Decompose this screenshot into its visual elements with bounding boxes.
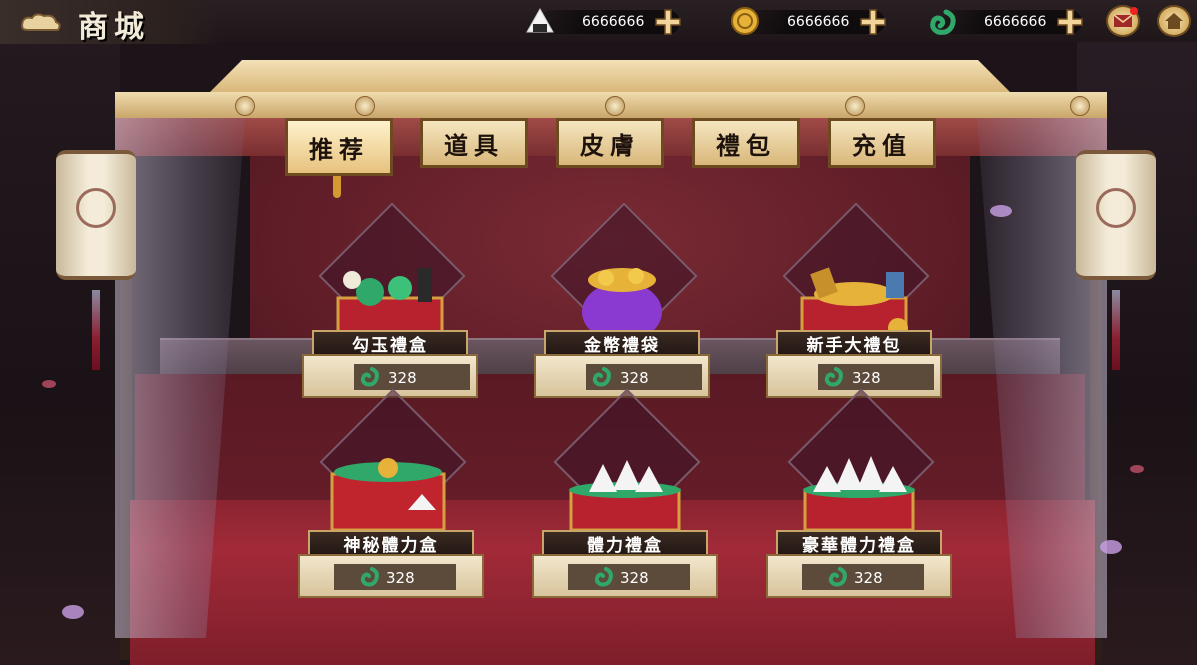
item-name-bar: 金幣禮袋 [544,330,700,356]
jade-magatama-icon [926,6,958,36]
home-button[interactable] [1157,5,1191,37]
butterfly-icon [62,605,84,619]
active-tab-tassel [333,176,341,198]
beam-knot-icon [845,96,865,116]
tab-recommend[interactable]: 推荐 [285,118,393,176]
item-name: 神秘體力盒 [343,535,439,556]
currency-amount: 6666666 [984,14,1047,30]
lantern-tassel [92,290,100,370]
item-price: 328 [386,569,415,587]
beam-knot-icon [355,96,375,116]
item-name: 金幣禮袋 [584,335,660,356]
jade-magatama-icon [360,367,379,387]
lantern-tassel [1112,290,1120,370]
awning-beam [115,92,1107,121]
add-gold-button[interactable] [859,8,887,36]
add-onigiri-button[interactable] [654,8,682,36]
plus-icon [860,9,886,35]
shop-item[interactable]: 豪華體力禮盒 328 [766,388,952,610]
mail-button[interactable] [1106,5,1140,37]
jade-magatama-icon [594,567,613,587]
currency-amount: 6666666 [582,14,645,30]
item-price: 328 [620,369,649,387]
shop-item[interactable]: 新手大禮包 328 [766,202,942,410]
item-price: 328 [854,569,883,587]
crest-icon [1096,188,1136,228]
currency-onigiri: 6666666 [520,6,685,36]
tab-recharge[interactable]: 充值 [828,118,936,168]
jade-magatama-icon [592,367,611,387]
plus-icon [1057,9,1083,35]
background-left [0,0,120,665]
back-button[interactable] [18,12,62,36]
butterfly-icon [990,205,1012,217]
currency-amount: 6666666 [787,14,850,30]
add-jade-button[interactable] [1056,8,1084,36]
shop-item[interactable]: 體力禮盒 328 [532,388,718,610]
petal-icon [1130,465,1144,473]
item-name-bar: 新手大禮包 [776,330,932,356]
tab-label: 皮膚 [580,130,640,160]
beam-knot-icon [605,96,625,116]
petal-icon [42,380,56,388]
lantern-right [1076,140,1156,370]
currency-jade: 6666666 [922,6,1087,36]
item-name: 豪華體力禮盒 [802,535,916,556]
tab-skins[interactable]: 皮膚 [556,118,664,168]
item-price: 328 [620,569,649,587]
item-name-bar: 豪華體力禮盒 [776,530,942,556]
butterfly-icon [1100,540,1122,554]
shop-item[interactable]: 勾玉禮盒 328 [302,202,478,410]
tab-label: 道具 [444,130,504,160]
crest-icon [76,188,116,228]
item-name-bar: 勾玉禮盒 [312,330,468,356]
home-icon [1165,13,1183,29]
tab-label: 禮包 [716,130,776,160]
jade-magatama-icon [360,567,379,587]
price-box: 328 [766,354,942,398]
cloud-back-icon [20,13,61,31]
item-name-bar: 體力禮盒 [542,530,708,556]
price-box: 328 [532,554,718,598]
jade-magatama-icon [824,367,843,387]
awning-roof [210,60,1010,92]
item-price: 328 [388,369,417,387]
price-box: 328 [534,354,710,398]
item-price: 328 [852,369,881,387]
price-box: 328 [298,554,484,598]
jade-magatama-icon [828,567,847,587]
gold-coin-icon [729,6,761,36]
shop-item[interactable]: 神秘體力盒 328 [298,388,484,610]
item-name-bar: 神秘體力盒 [308,530,474,556]
notification-dot [1130,7,1138,15]
item-name: 新手大禮包 [806,335,902,356]
mystery-stamina-box-icon [330,458,446,532]
lantern-left [56,140,136,370]
price-box: 328 [766,554,952,598]
beam-knot-icon [1070,96,1090,116]
beam-knot-icon [235,96,255,116]
page-title: 商城 [78,10,150,45]
tab-items[interactable]: 道具 [420,118,528,168]
item-name: 勾玉禮盒 [352,335,428,356]
tab-gift-packs[interactable]: 禮包 [692,118,800,168]
plus-icon [655,9,681,35]
item-name: 體力禮盒 [587,535,663,556]
currency-gold-coin: 6666666 [725,6,890,36]
shop-item[interactable]: 金幣禮袋 328 [534,202,710,410]
onigiri-icon [524,6,556,36]
deluxe-stamina-gift-box-icon [803,456,915,532]
tab-label: 推荐 [309,134,369,164]
tab-label: 充值 [852,130,912,160]
stamina-gift-box-icon [569,460,681,532]
